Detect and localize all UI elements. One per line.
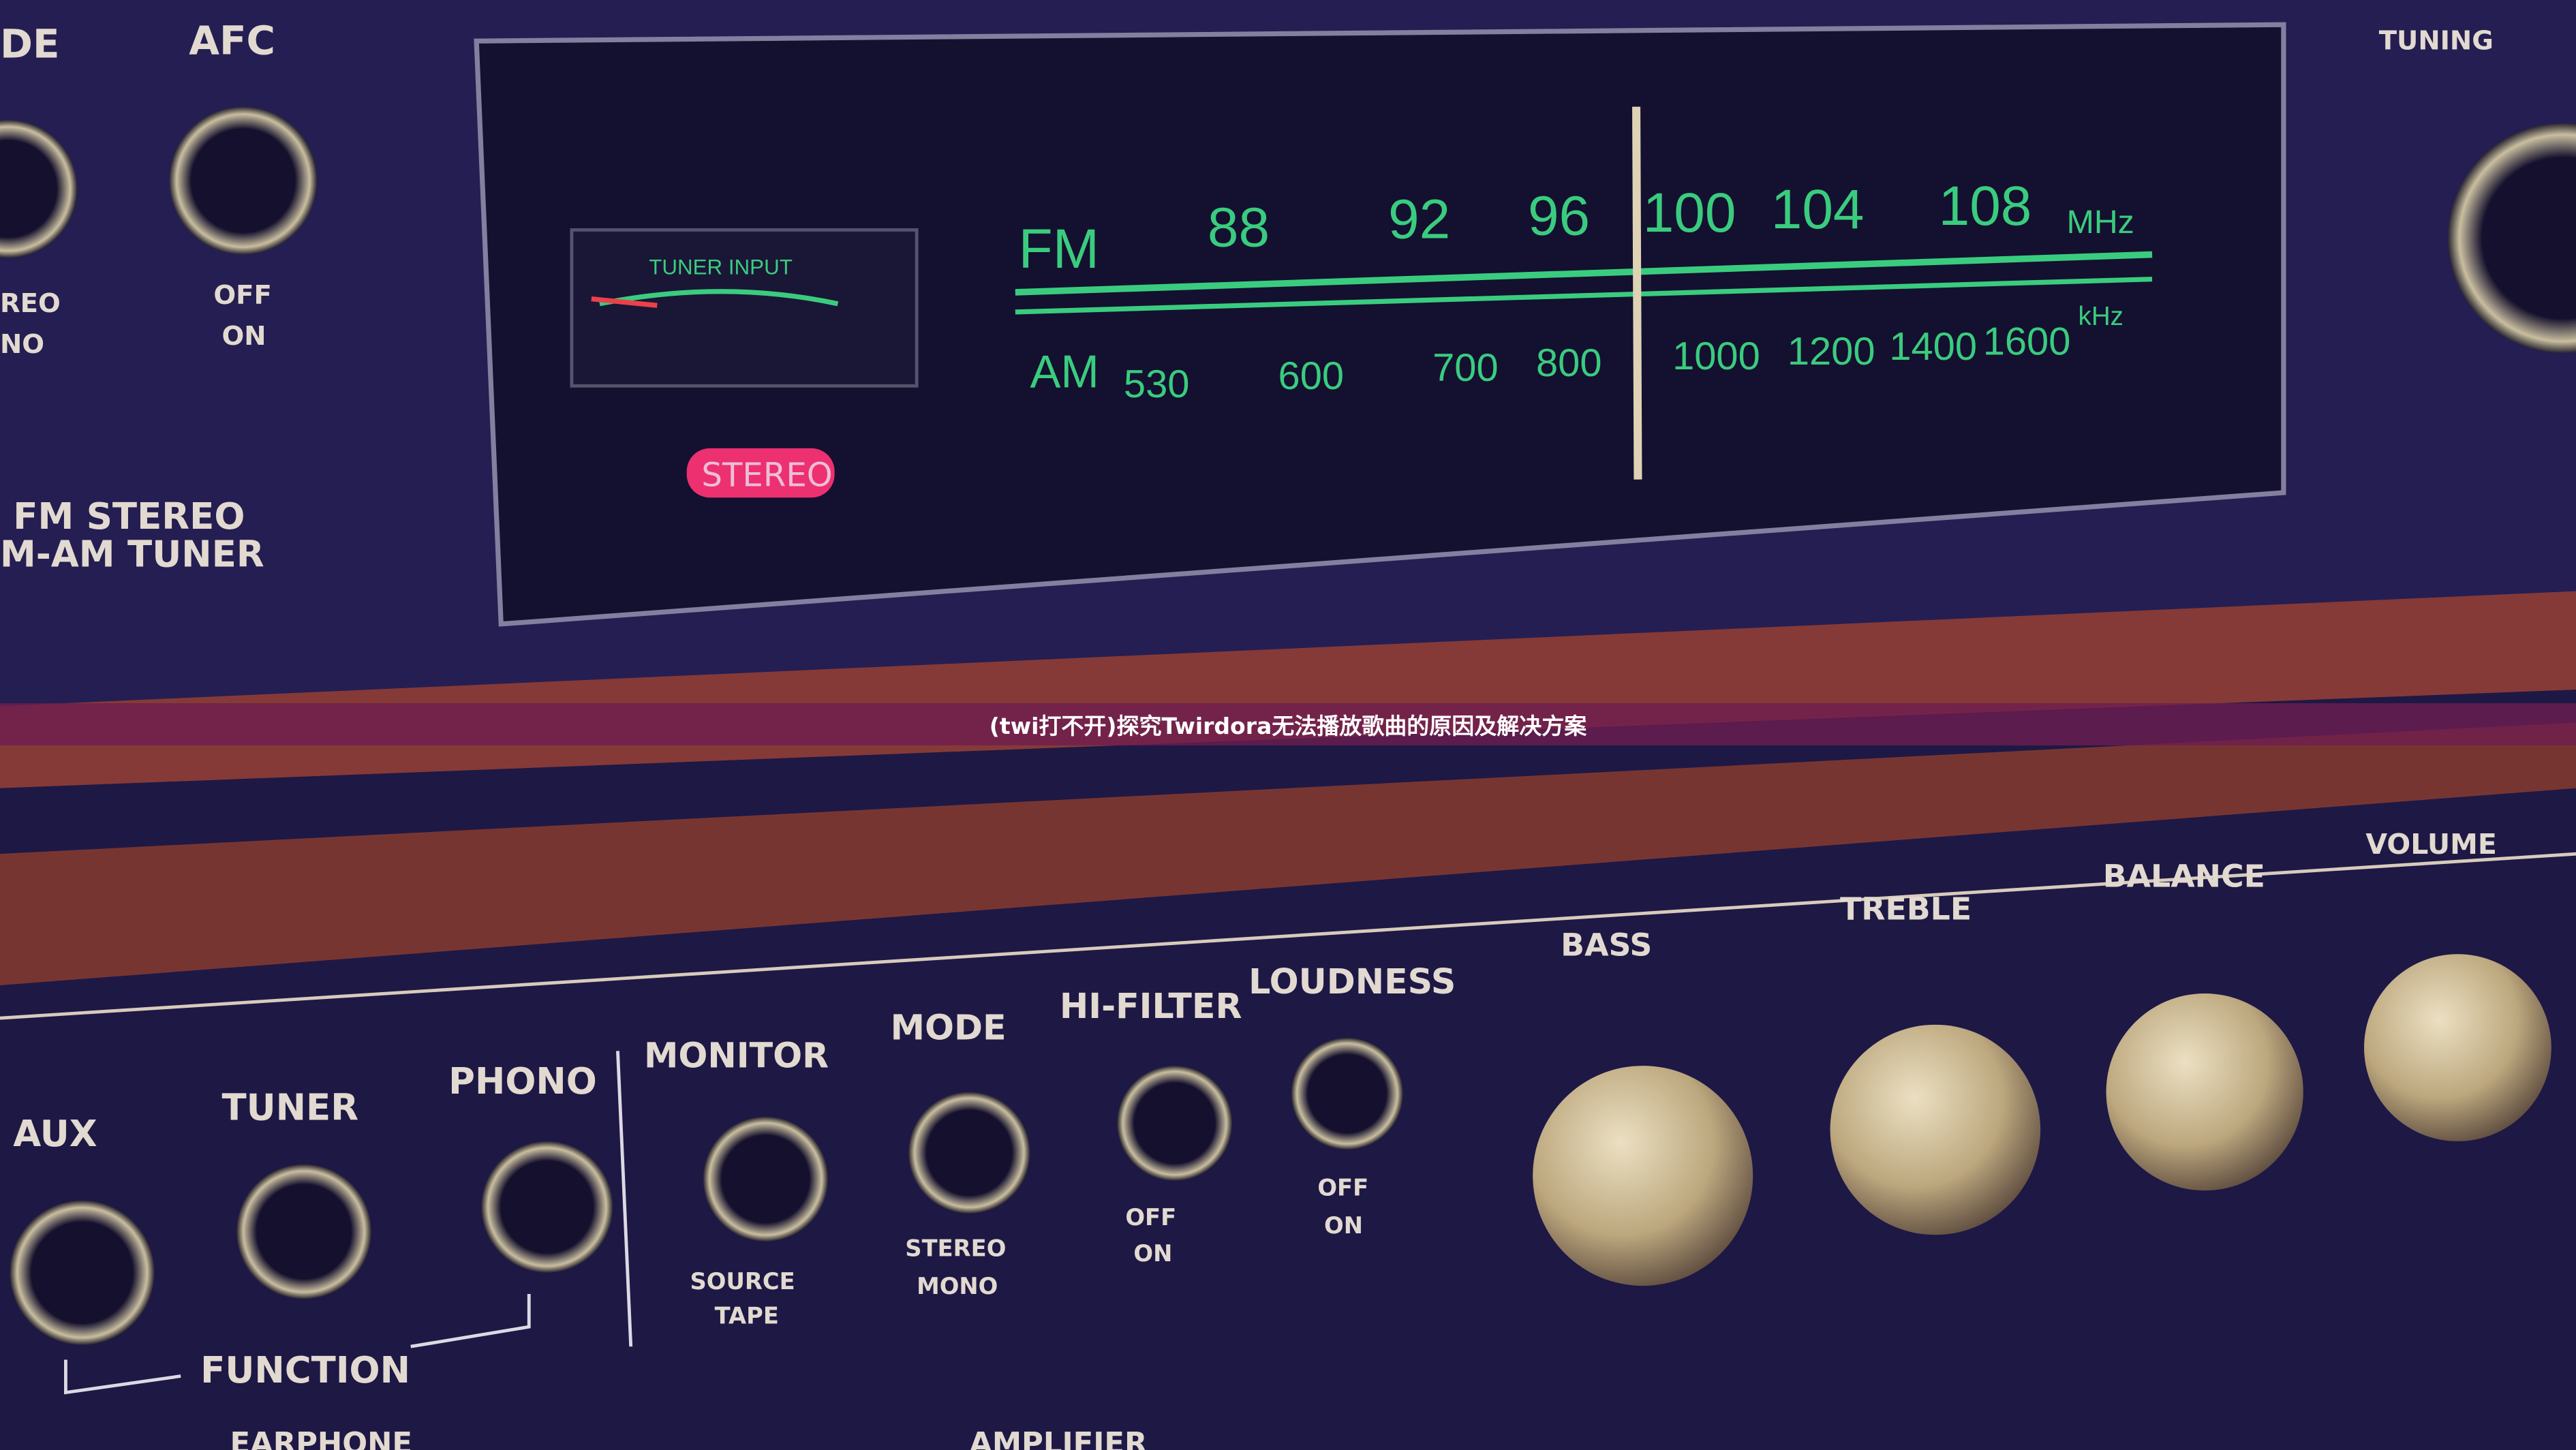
title-banner: (twi打不开)探究Twirdora无法播放歌曲的原因及解决方案 — [0, 703, 2576, 745]
article-title: (twi打不开)探究Twirdora无法播放歌曲的原因及解决方案 — [989, 713, 1587, 739]
